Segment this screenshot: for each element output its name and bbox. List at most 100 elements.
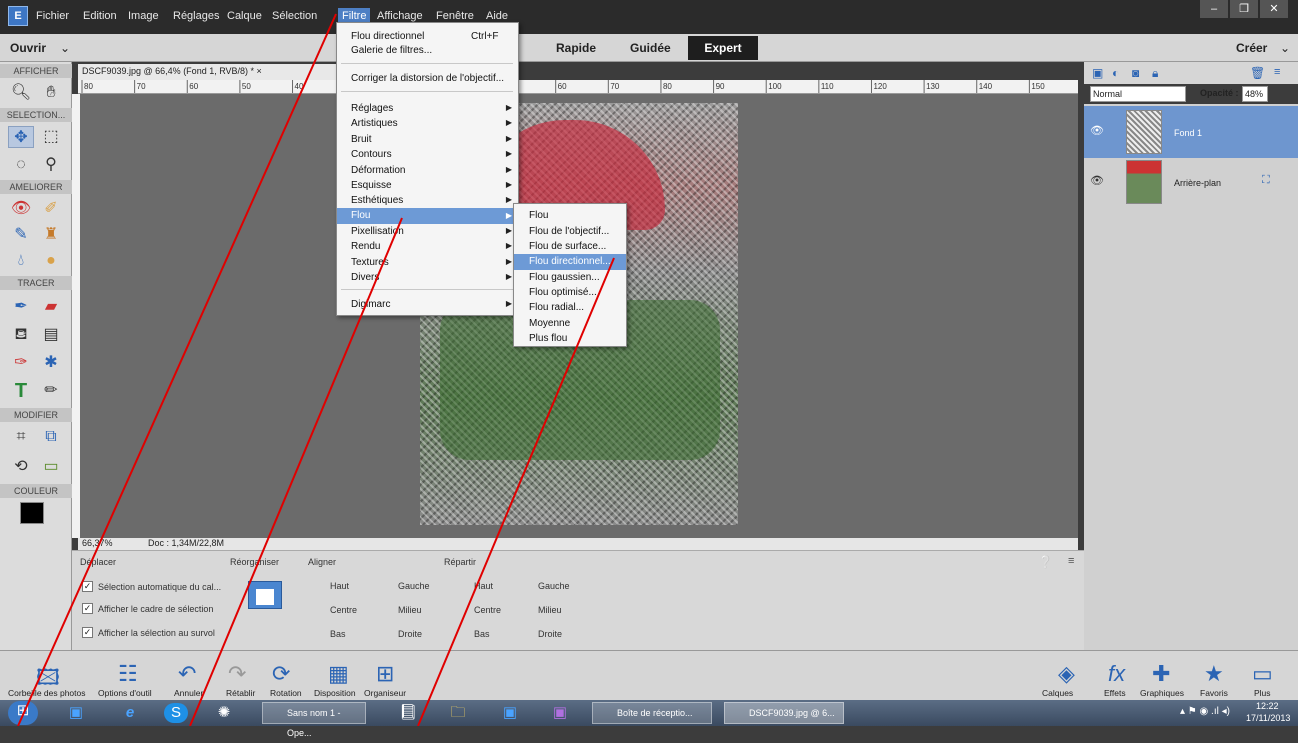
lasso-icon[interactable]: ◌ — [8, 154, 34, 176]
undo-icon[interactable]: ↶ — [178, 661, 196, 687]
menu-item-rendu[interactable]: Rendu — [351, 241, 380, 252]
distribute-bottom[interactable]: Bas — [474, 629, 490, 639]
hover-selection-checkbox[interactable]: ✓ — [82, 627, 93, 638]
layout-icon[interactable]: ▦ — [328, 661, 349, 687]
media-icon[interactable]: ▣ — [64, 703, 88, 723]
close-icon[interactable]: ✕ — [1260, 0, 1288, 18]
clock-date[interactable]: 17/11/2013 — [1246, 713, 1290, 723]
mode-guidee[interactable]: Guidée — [630, 41, 671, 55]
clone-stamp-icon[interactable]: ♜ — [38, 224, 64, 246]
red-eye-icon[interactable]: 👁︎ — [8, 198, 34, 220]
move-icon[interactable]: ✥ — [8, 126, 34, 148]
menu-selection[interactable]: Sélection — [272, 10, 317, 22]
bounding-box-checkbox[interactable]: ✓ — [82, 603, 93, 614]
foreground-color-swatch[interactable] — [20, 502, 44, 524]
eraser-icon[interactable]: ▰ — [38, 296, 64, 318]
menu-item-esthetiques[interactable]: Esthétiques — [351, 195, 403, 206]
ie-icon[interactable]: e — [118, 703, 142, 723]
start-icon[interactable]: ⊞ — [8, 701, 38, 725]
help-icon[interactable]: ❔ — [1038, 555, 1053, 569]
pencil-icon[interactable]: ✏ — [38, 380, 64, 402]
submenu-item-gaussian-blur[interactable]: Flou gaussien... — [529, 272, 600, 283]
menu-item-last-filter[interactable]: Flou directionnel — [351, 31, 424, 42]
zoom-icon[interactable]: 🔍︎ — [8, 82, 34, 104]
menu-calque[interactable]: Calque — [227, 10, 262, 22]
gradient-icon[interactable]: ▤ — [38, 324, 64, 346]
skype-icon[interactable]: S — [164, 703, 188, 723]
menu-fichier[interactable]: Fichier — [36, 10, 69, 22]
document-tab[interactable]: DSCF9039.jpg @ 66,4% (Fond 1, RVB/8) * × — [78, 64, 348, 80]
layers-panel-icon[interactable]: ◈ — [1058, 661, 1075, 687]
picasa-icon[interactable]: ✺ — [212, 703, 236, 723]
minimize-icon[interactable]: – — [1200, 0, 1228, 18]
healing-brush-icon[interactable]: ✐ — [38, 198, 64, 220]
straighten-icon[interactable]: ▭ — [38, 456, 64, 478]
menu-item-textures[interactable]: Textures — [351, 257, 389, 268]
mode-rapide[interactable]: Rapide — [556, 41, 596, 55]
more-icon[interactable]: ▭ — [1252, 661, 1273, 687]
submenu-item-blur-more[interactable]: Plus flou — [529, 333, 567, 344]
layer-row-fond-1[interactable]: 👁︎ Fond 1 — [1084, 106, 1298, 160]
menu-reglages[interactable]: Réglages — [173, 10, 219, 22]
zoom-readout[interactable]: 66,37% — [82, 538, 113, 548]
blend-mode-select[interactable]: Normal — [1090, 86, 1186, 102]
lock-icon[interactable]: 🔒︎ — [1152, 66, 1158, 81]
favorites-icon[interactable]: ★ — [1204, 661, 1224, 687]
menu-item-divers[interactable]: Divers — [351, 272, 379, 283]
chevron-down-icon[interactable]: ⌄ — [60, 41, 70, 55]
tool-options-icon[interactable]: ☷ — [118, 661, 138, 687]
restore-icon[interactable]: ❐ — [1230, 0, 1258, 18]
brush-icon[interactable]: ✒ — [8, 296, 34, 318]
app-logo[interactable]: E — [8, 6, 28, 26]
organizer-icon[interactable]: ⊞ — [376, 661, 394, 687]
effects-icon[interactable]: fx — [1108, 661, 1125, 687]
align-bottom[interactable]: Bas — [330, 629, 346, 639]
mask-icon[interactable]: ◙ — [1132, 66, 1139, 80]
distribute-right[interactable]: Droite — [538, 629, 562, 639]
submenu-item-motion-blur[interactable]: Flou directionnel... — [514, 254, 626, 270]
book-icon[interactable]: 📘︎ — [396, 703, 420, 723]
sponge-icon[interactable]: ● — [38, 250, 64, 272]
menu-item-reglages[interactable]: Réglages — [351, 103, 393, 114]
trash-icon[interactable]: 🗑︎ — [1250, 66, 1265, 80]
menu-item-deformation[interactable]: Déformation — [351, 165, 405, 176]
auto-select-checkbox[interactable]: ✓ — [82, 581, 93, 592]
menu-item-lens-correction[interactable]: Corriger la distorsion de l'objectif... — [351, 73, 504, 84]
menu-edition[interactable]: Edition — [83, 10, 117, 22]
task-openoffice[interactable]: Sans nom 1 - Ope... — [262, 702, 366, 738]
menu-fenetre[interactable]: Fenêtre — [436, 10, 474, 22]
menu-item-esquisse[interactable]: Esquisse — [351, 180, 392, 191]
menu-item-pixellisation[interactable]: Pixellisation — [351, 226, 404, 237]
menu-item-flou[interactable]: Flou — [337, 208, 518, 224]
submenu-item-flou[interactable]: Flou — [529, 210, 548, 221]
panel-menu-icon[interactable]: ≡ — [1274, 66, 1280, 78]
chevron-down-icon[interactable]: ⌄ — [1280, 41, 1290, 55]
visibility-icon[interactable]: 👁︎ — [1090, 174, 1104, 187]
task-mail[interactable]: Boîte de réceptio... — [592, 702, 712, 724]
submenu-item-lens-blur[interactable]: Flou de l'objectif... — [529, 226, 609, 237]
panel-menu-icon[interactable]: ≡ — [1068, 555, 1074, 567]
submenu-item-smart-blur[interactable]: Flou optimisé... — [529, 287, 597, 298]
tray-icons[interactable]: ▴ ⚑ ◉ .ıl ◂) — [1180, 706, 1230, 717]
custom-shape-icon[interactable]: ✱ — [38, 352, 64, 374]
sharpen-icon[interactable]: ✎ — [8, 224, 34, 246]
submenu-item-radial-blur[interactable]: Flou radial... — [529, 302, 584, 313]
opacity-input[interactable]: 48% — [1242, 86, 1268, 102]
text-icon[interactable]: T — [8, 380, 34, 402]
distribute-center[interactable]: Centre — [474, 605, 501, 615]
distribute-top[interactable]: Haut — [474, 581, 493, 591]
menu-image[interactable]: Image — [128, 10, 159, 22]
eyedropper-icon[interactable]: ✑ — [8, 352, 34, 374]
submenu-item-surface-blur[interactable]: Flou de surface... — [529, 241, 606, 252]
graphics-icon[interactable]: ✚ — [1152, 661, 1170, 687]
menu-aide[interactable]: Aide — [486, 10, 508, 22]
clock-time[interactable]: 12:22 — [1256, 701, 1279, 711]
menu-affichage[interactable]: Affichage — [377, 10, 423, 22]
align-center[interactable]: Centre — [330, 605, 357, 615]
elements-icon[interactable]: ▣ — [498, 703, 522, 723]
menu-item-contours[interactable]: Contours — [351, 149, 392, 160]
menu-item-digimarc[interactable]: Digimarc — [351, 299, 390, 310]
distribute-left[interactable]: Gauche — [538, 581, 570, 591]
menu-item-filter-gallery[interactable]: Galerie de filtres... — [351, 45, 432, 56]
marquee-icon[interactable]: ⬚ — [38, 126, 64, 148]
